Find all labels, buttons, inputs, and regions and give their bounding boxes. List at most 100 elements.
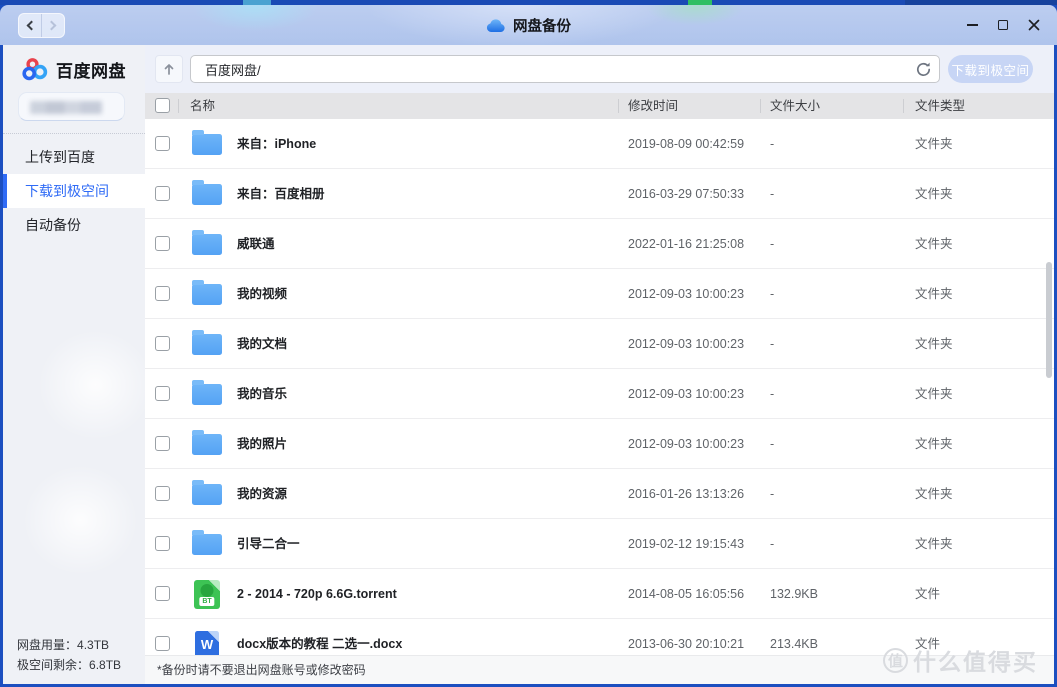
up-directory-button[interactable] bbox=[155, 55, 183, 83]
select-all-checkbox[interactable] bbox=[155, 98, 170, 113]
folder-icon bbox=[192, 434, 222, 455]
word-file-icon: W bbox=[195, 631, 219, 658]
column-header-type[interactable]: 文件类型 bbox=[915, 93, 965, 119]
row-checkbox[interactable] bbox=[155, 636, 170, 651]
table-row[interactable]: 我的照片 2012-09-03 10:00:23 - 文件夹 bbox=[145, 419, 1054, 469]
row-checkbox[interactable] bbox=[155, 236, 170, 251]
sidebar-highlight-blob bbox=[23, 465, 138, 575]
brand: 百度网盘 bbox=[22, 57, 126, 82]
column-divider bbox=[618, 99, 619, 113]
close-button[interactable] bbox=[1027, 18, 1041, 32]
file-size: - bbox=[770, 219, 774, 269]
row-checkbox[interactable] bbox=[155, 486, 170, 501]
file-name: 我的视频 bbox=[237, 269, 287, 319]
file-size: 132.9KB bbox=[770, 569, 818, 619]
file-type: 文件夹 bbox=[915, 369, 953, 419]
column-header-name[interactable]: 名称 bbox=[190, 93, 215, 119]
file-list: 来自：iPhone 2019-08-09 00:42:59 - 文件夹 来自：百… bbox=[145, 119, 1054, 669]
brand-name: 百度网盘 bbox=[56, 57, 126, 82]
file-modified: 2019-08-09 00:42:59 bbox=[628, 119, 744, 169]
file-modified: 2016-03-29 07:50:33 bbox=[628, 169, 744, 219]
table-row[interactable]: 威联通 2022-01-16 21:25:08 - 文件夹 bbox=[145, 219, 1054, 269]
user-account-box[interactable] bbox=[18, 92, 125, 121]
title-bar: 网盘备份 bbox=[0, 5, 1057, 45]
smzdm-watermark: 值 什么值得买 bbox=[883, 643, 1038, 677]
torrent-file-icon: BT bbox=[194, 580, 220, 609]
folder-icon bbox=[192, 484, 222, 505]
table-row[interactable]: 我的音乐 2012-09-03 10:00:23 - 文件夹 bbox=[145, 369, 1054, 419]
app-window: 网盘备份 百度网盘 上传到百度 下载到极空间 bbox=[0, 0, 1057, 687]
file-modified: 2012-09-03 10:00:23 bbox=[628, 419, 744, 469]
maximize-button[interactable] bbox=[996, 18, 1010, 32]
minimize-button[interactable] bbox=[965, 18, 979, 32]
netdisk-usage: 网盘用量：4.3TB bbox=[17, 635, 121, 655]
redacted-username bbox=[30, 101, 102, 114]
sidebar-menu: 上传到百度 下载到极空间 自动备份 bbox=[3, 140, 145, 242]
toolbar: 下载到极空间 bbox=[145, 45, 1054, 93]
file-modified: 2014-08-05 16:05:56 bbox=[628, 569, 744, 619]
cloud-icon bbox=[486, 18, 506, 33]
arrow-up-icon bbox=[161, 61, 177, 77]
column-header-size[interactable]: 文件大小 bbox=[770, 93, 820, 119]
file-size: - bbox=[770, 269, 774, 319]
vertical-scrollbar[interactable] bbox=[1046, 262, 1052, 378]
smzdm-watermark-text: 什么值得买 bbox=[913, 643, 1038, 677]
file-name: 威联通 bbox=[237, 219, 275, 269]
row-checkbox[interactable] bbox=[155, 536, 170, 551]
table-row[interactable]: 引导二合一 2019-02-12 19:15:43 - 文件夹 bbox=[145, 519, 1054, 569]
row-checkbox[interactable] bbox=[155, 286, 170, 301]
sidebar-item-auto-backup[interactable]: 自动备份 bbox=[3, 208, 145, 242]
file-name: 我的照片 bbox=[237, 419, 287, 469]
row-checkbox[interactable] bbox=[155, 386, 170, 401]
table-row[interactable]: BT 2 - 2014 - 720p 6.6G.torrent 2014-08-… bbox=[145, 569, 1054, 619]
file-size: - bbox=[770, 319, 774, 369]
chevron-left-icon bbox=[27, 21, 37, 31]
file-name: 来自：百度相册 bbox=[237, 169, 325, 219]
folder-icon bbox=[192, 284, 222, 305]
file-type: 文件夹 bbox=[915, 469, 953, 519]
row-checkbox[interactable] bbox=[155, 336, 170, 351]
folder-icon bbox=[192, 384, 222, 405]
forward-button[interactable] bbox=[41, 14, 64, 37]
table-row[interactable]: 我的文档 2012-09-03 10:00:23 - 文件夹 bbox=[145, 319, 1054, 369]
file-type: 文件夹 bbox=[915, 169, 953, 219]
back-button[interactable] bbox=[19, 14, 41, 37]
table-row[interactable]: 我的视频 2012-09-03 10:00:23 - 文件夹 bbox=[145, 269, 1054, 319]
file-name: 我的音乐 bbox=[237, 369, 287, 419]
close-icon bbox=[1028, 19, 1040, 31]
folder-icon bbox=[192, 184, 222, 205]
table-row[interactable]: 来自：百度相册 2016-03-29 07:50:33 - 文件夹 bbox=[145, 169, 1054, 219]
file-modified: 2012-09-03 10:00:23 bbox=[628, 269, 744, 319]
file-name: 来自：iPhone bbox=[237, 119, 316, 169]
column-divider bbox=[178, 99, 179, 113]
row-checkbox[interactable] bbox=[155, 436, 170, 451]
table-row[interactable]: 我的资源 2016-01-26 13:13:26 - 文件夹 bbox=[145, 469, 1054, 519]
sidebar-item-download-to-zspace[interactable]: 下载到极空间 bbox=[3, 174, 145, 208]
column-header-modified[interactable]: 修改时间 bbox=[628, 93, 678, 119]
window-title: 网盘备份 bbox=[513, 15, 571, 36]
table-row[interactable]: 来自：iPhone 2019-08-09 00:42:59 - 文件夹 bbox=[145, 119, 1054, 169]
refresh-button[interactable] bbox=[915, 61, 932, 78]
file-name: 我的文档 bbox=[237, 319, 287, 369]
folder-icon bbox=[192, 134, 222, 155]
file-size: - bbox=[770, 519, 774, 569]
file-modified: 2012-09-03 10:00:23 bbox=[628, 319, 744, 369]
row-checkbox[interactable] bbox=[155, 586, 170, 601]
file-size: - bbox=[770, 119, 774, 169]
folder-icon bbox=[192, 234, 222, 255]
file-size: - bbox=[770, 169, 774, 219]
sidebar-item-upload-to-baidu[interactable]: 上传到百度 bbox=[3, 140, 145, 174]
window-title-group: 网盘备份 bbox=[0, 5, 1057, 45]
file-name: 我的资源 bbox=[237, 469, 287, 519]
chevron-right-icon bbox=[47, 21, 57, 31]
row-checkbox[interactable] bbox=[155, 136, 170, 151]
file-size: - bbox=[770, 369, 774, 419]
path-input[interactable] bbox=[190, 55, 940, 83]
file-name: 2 - 2014 - 720p 6.6G.torrent bbox=[237, 569, 397, 619]
download-to-zspace-button[interactable]: 下载到极空间 bbox=[948, 55, 1033, 83]
folder-icon bbox=[192, 534, 222, 555]
smzdm-badge-icon: 值 bbox=[883, 648, 908, 673]
row-checkbox[interactable] bbox=[155, 186, 170, 201]
baidu-netdisk-logo-icon bbox=[22, 57, 49, 82]
file-modified: 2016-01-26 13:13:26 bbox=[628, 469, 744, 519]
